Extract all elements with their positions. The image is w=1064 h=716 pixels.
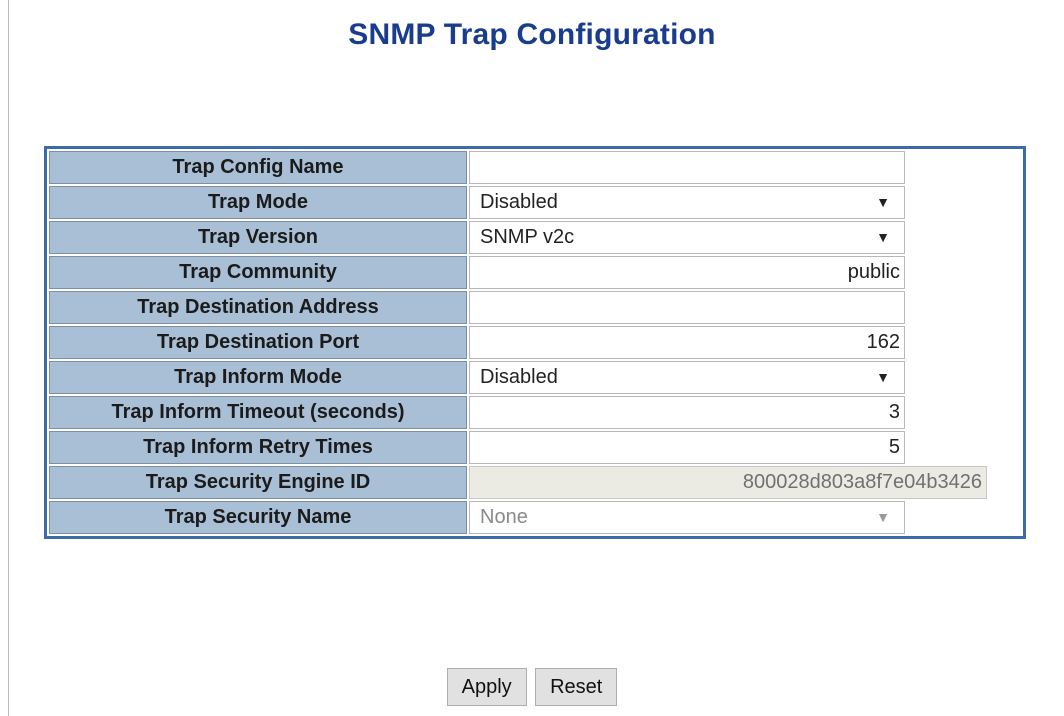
community-label: Trap Community [49,256,467,289]
dropdown-arrow-icon: ▼ [876,194,890,210]
row-dest-address: Trap Destination Address [49,291,1021,324]
inform-timeout-label: Trap Inform Timeout (seconds) [49,396,467,429]
row-dest-port: Trap Destination Port [49,326,1021,359]
row-inform-timeout: Trap Inform Timeout (seconds) [49,396,1021,429]
security-name-label: Trap Security Name [49,501,467,534]
row-inform-mode: Trap Inform Mode Disabled ▼ [49,361,1021,394]
mode-label: Trap Mode [49,186,467,219]
dropdown-arrow-icon: ▼ [876,509,890,525]
inform-mode-selected-value: Disabled [480,366,558,388]
version-selected-value: SNMP v2c [480,226,575,248]
row-security-name: Trap Security Name None ▼ [49,501,1021,534]
row-community: Trap Community [49,256,1021,289]
inform-mode-label: Trap Inform Mode [49,361,467,394]
inform-timeout-input[interactable] [469,396,905,429]
row-mode: Trap Mode Disabled ▼ [49,186,1021,219]
version-label: Trap Version [49,221,467,254]
mode-selected-value: Disabled [480,191,558,213]
dest-address-label: Trap Destination Address [49,291,467,324]
row-engine-id: Trap Security Engine ID [49,466,1021,499]
page-title: SNMP Trap Configuration [348,18,716,51]
dest-port-label: Trap Destination Port [49,326,467,359]
button-bar: Apply Reset [0,668,1064,706]
dest-address-input[interactable] [469,291,905,324]
page-left-border [8,0,9,716]
config-name-input[interactable] [469,151,905,184]
dropdown-arrow-icon: ▼ [876,369,890,385]
community-input[interactable] [469,256,905,289]
engine-id-input [469,466,987,499]
dropdown-arrow-icon: ▼ [876,229,890,245]
security-name-selected-value: None [480,506,528,528]
engine-id-label: Trap Security Engine ID [49,466,467,499]
mode-select[interactable]: Disabled ▼ [469,186,905,219]
row-inform-retry: Trap Inform Retry Times [49,431,1021,464]
row-version: Trap Version SNMP v2c ▼ [49,221,1021,254]
row-config-name: Trap Config Name [49,151,1021,184]
config-name-label: Trap Config Name [49,151,467,184]
security-name-select: None ▼ [469,501,905,534]
reset-button[interactable]: Reset [535,668,618,706]
inform-mode-select[interactable]: Disabled ▼ [469,361,905,394]
apply-button[interactable]: Apply [446,668,527,706]
trap-config-table: Trap Config Name Trap Mode Disabled ▼ Tr… [44,146,1026,539]
inform-retry-input[interactable] [469,431,905,464]
dest-port-input[interactable] [469,326,905,359]
inform-retry-label: Trap Inform Retry Times [49,431,467,464]
version-select[interactable]: SNMP v2c ▼ [469,221,905,254]
